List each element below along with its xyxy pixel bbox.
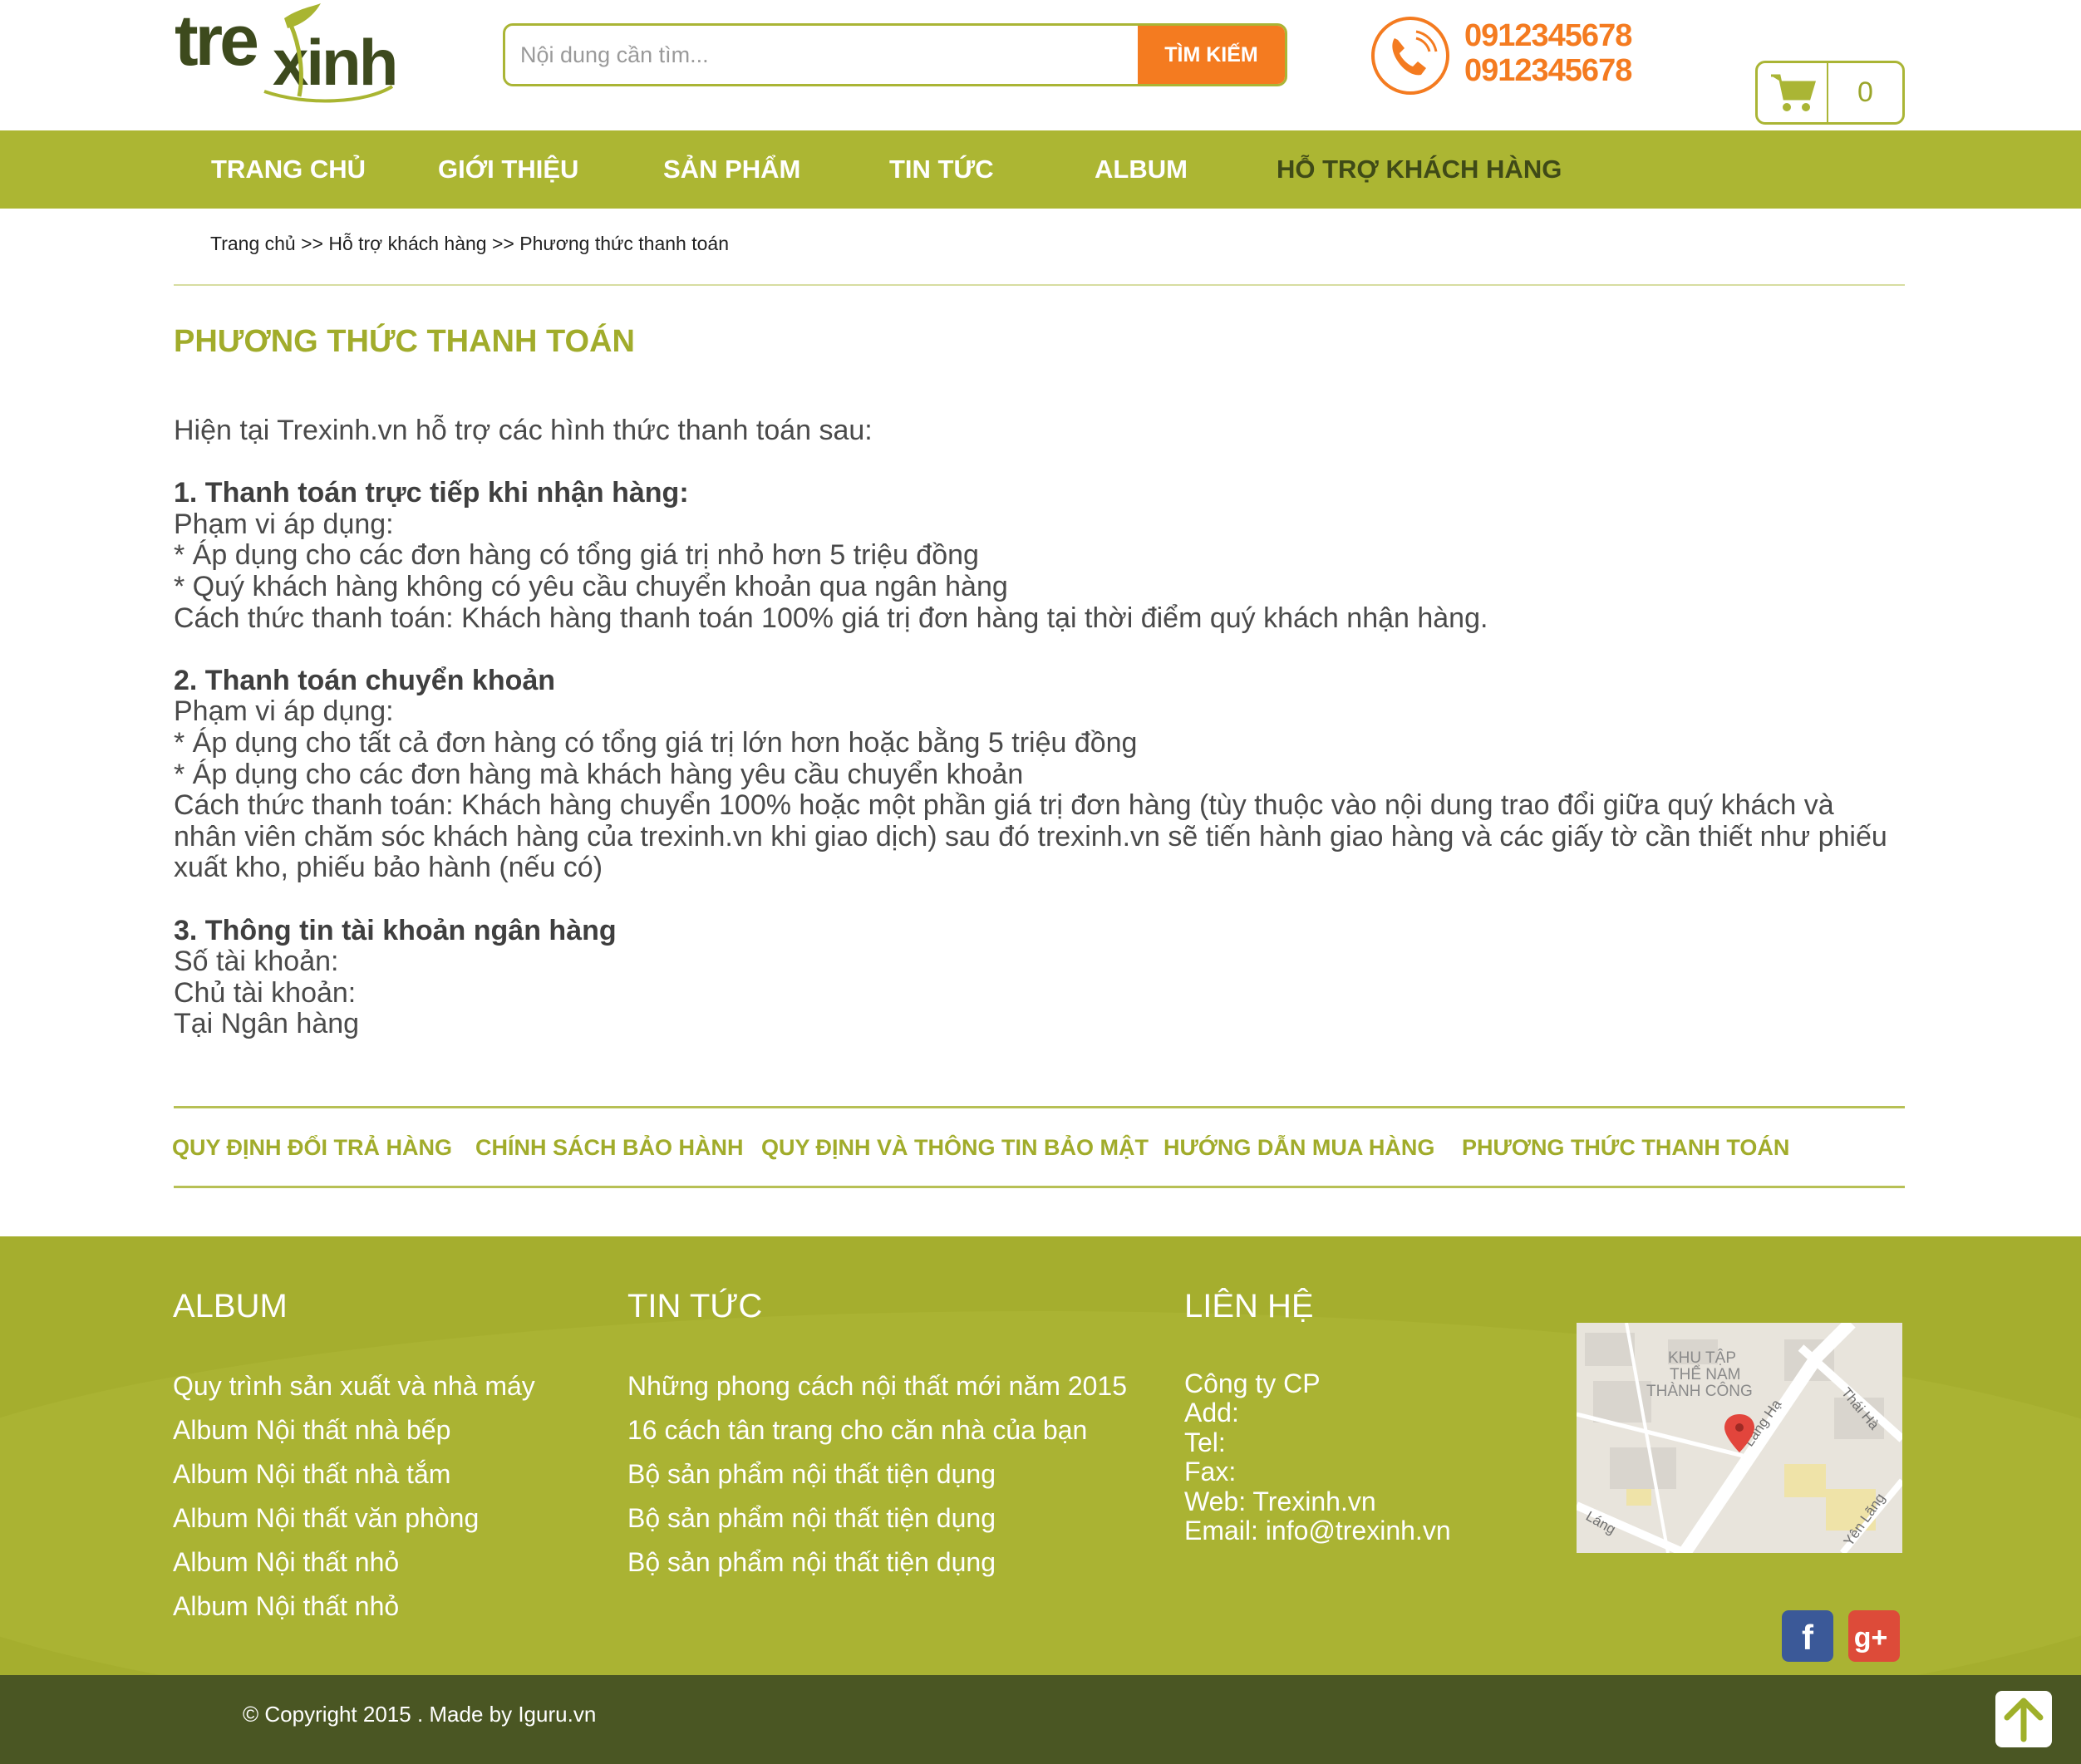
svg-text:g+: g+ xyxy=(1854,1622,1888,1653)
section-3-heading: 3. Thông tin tài khoản ngân hàng xyxy=(174,914,617,946)
page-title: PHƯƠNG THỨC THANH TOÁN xyxy=(174,324,635,359)
footer-album-link[interactable]: Album Nội thất nhà bếp xyxy=(173,1415,450,1446)
policy-link-privacy[interactable]: QUY ĐỊNH VÀ THÔNG TIN BẢO MẬT xyxy=(761,1135,1149,1161)
copyright: © Copyright 2015 . Made by Iguru.vn xyxy=(243,1702,597,1727)
footer-album-link[interactable]: Quy trình sản xuất và nhà máy xyxy=(173,1371,535,1402)
map-graphic: KHU TẬP THỂ NAM THÀNH CÔNG Láng Hạ Thái … xyxy=(1577,1323,1902,1553)
svg-text:KHU TẬP: KHU TẬP xyxy=(1668,1349,1736,1367)
svg-text:THỂ NAM: THỂ NAM xyxy=(1670,1365,1741,1383)
contact-web[interactable]: Web: Trexinh.vn xyxy=(1184,1486,1451,1516)
section-2-method: Cách thức thanh toán: Khách hàng chuyển … xyxy=(174,789,1887,884)
footer-news-link[interactable]: Bộ sản phẩm nội thất tiện dụng xyxy=(627,1547,996,1578)
hotline-number-2[interactable]: 0912345678 xyxy=(1464,53,1632,89)
search-bar: TÌM KIẾM xyxy=(503,23,1287,86)
facebook-icon[interactable]: f xyxy=(1782,1610,1833,1662)
search-button[interactable]: TÌM KIẾM xyxy=(1138,26,1285,84)
main-nav: TRANG CHỦ GIỚI THIỆU SẢN PHẨM TIN TỨC AL… xyxy=(0,130,2081,209)
trexinh-logo[interactable]: tre xinh trexinh xyxy=(175,0,399,108)
divider xyxy=(174,284,1905,286)
google-plus-icon[interactable]: g+ xyxy=(1848,1610,1900,1662)
footer-contact-heading: LIÊN HỆ xyxy=(1184,1288,1314,1324)
search-input[interactable] xyxy=(505,26,1138,84)
hotline-number-1[interactable]: 0912345678 xyxy=(1464,18,1632,54)
nav-item-home[interactable]: TRANG CHỦ xyxy=(211,130,366,209)
section-2-scope: Phạm vi áp dụng: xyxy=(174,695,394,728)
section-1-heading: 1. Thanh toán trực tiếp khi nhận hàng: xyxy=(174,477,689,509)
footer-news-link[interactable]: Những phong cách nội thất mới năm 2015 xyxy=(627,1371,1127,1402)
contact-tel: Tel: xyxy=(1184,1427,1226,1457)
cart-icon xyxy=(1770,74,1816,111)
footer: ALBUM Quy trình sản xuất và nhà máy Albu… xyxy=(0,1236,2081,1675)
contact-address: Add: xyxy=(1184,1398,1239,1428)
nav-item-about[interactable]: GIỚI THIỆU xyxy=(438,130,578,209)
contact-company: Công ty CP xyxy=(1184,1368,1321,1398)
nav-item-products[interactable]: SẢN PHẨM xyxy=(663,130,800,209)
contact-email[interactable]: Email: info@trexinh.vn xyxy=(1184,1516,1451,1545)
footer-album-heading: ALBUM xyxy=(173,1288,288,1324)
section-3-account-number: Số tài khoản: xyxy=(174,946,339,978)
breadcrumb[interactable]: Trang chủ >> Hỗ trợ khách hàng >> Phương… xyxy=(210,233,729,255)
svg-text:THÀNH CÔNG: THÀNH CÔNG xyxy=(1646,1382,1753,1400)
footer-news-link[interactable]: 16 cách tân trang cho căn nhà của bạn xyxy=(627,1415,1087,1446)
section-3-bank: Tại Ngân hàng xyxy=(174,1008,360,1040)
cart-icon-box xyxy=(1758,63,1828,122)
policy-link-warranty[interactable]: CHÍNH SÁCH BẢO HÀNH xyxy=(475,1135,744,1161)
cart-button[interactable]: 0 xyxy=(1755,61,1905,125)
nav-item-support[interactable]: HỖ TRỢ KHÁCH HÀNG xyxy=(1277,130,1562,209)
policy-link-payment[interactable]: PHƯƠNG THỨC THANH TOÁN xyxy=(1462,1135,1789,1161)
footer-news-link[interactable]: Bộ sản phẩm nội thất tiện dụng xyxy=(627,1459,996,1490)
svg-text:xinh: xinh xyxy=(273,26,396,99)
location-map[interactable]: KHU TẬP THỂ NAM THÀNH CÔNG Láng Hạ Thái … xyxy=(1577,1323,1902,1553)
section-2-bullet-1: * Áp dụng cho tất cả đơn hàng có tổng gi… xyxy=(174,726,1138,759)
divider xyxy=(174,1106,1905,1108)
nav-item-news[interactable]: TIN TỨC xyxy=(889,130,994,209)
phone-icon xyxy=(1371,17,1449,95)
cart-count: 0 xyxy=(1857,76,1873,108)
intro-text: Hiện tại Trexinh.vn hỗ trợ các hình thức… xyxy=(174,415,873,446)
footer-album-link[interactable]: Album Nội thất văn phòng xyxy=(173,1503,479,1534)
section-1-bullet-1: * Áp dụng cho các đơn hàng có tổng giá t… xyxy=(174,539,979,572)
divider xyxy=(174,1186,1905,1188)
footer-contact-block: Công ty CP Add: Tel: Fax: Web: Trexinh.v… xyxy=(1184,1368,1451,1545)
footer-news-link[interactable]: Bộ sản phẩm nội thất tiện dụng xyxy=(627,1503,996,1534)
section-1-method: Cách thức thanh toán: Khách hàng thanh t… xyxy=(174,602,1488,634)
policy-link-returns[interactable]: QUY ĐỊNH ĐỔI TRẢ HÀNG xyxy=(172,1135,452,1161)
footer-album-link[interactable]: Album Nội thất nhỏ xyxy=(173,1591,399,1622)
svg-text:tre: tre xyxy=(175,1,257,81)
section-2-heading: 2. Thanh toán chuyển khoản xyxy=(174,664,556,696)
article-body: Hiện tại Trexinh.vn hỗ trợ các hình thức… xyxy=(174,415,1902,1040)
nav-item-album[interactable]: ALBUM xyxy=(1095,130,1188,209)
back-to-top-button[interactable] xyxy=(1995,1691,2052,1747)
section-2-bullet-2: * Áp dụng cho các đơn hàng mà khách hàng… xyxy=(174,758,1024,790)
contact-fax: Fax: xyxy=(1184,1457,1237,1487)
section-1-scope: Phạm vi áp dụng: xyxy=(174,508,394,540)
footer-album-link[interactable]: Album Nội thất nhỏ xyxy=(173,1547,399,1578)
section-1-bullet-2: * Quý khách hàng không có yêu cầu chuyển… xyxy=(174,570,1008,602)
footer-news-heading: TIN TỨC xyxy=(627,1288,763,1324)
policy-link-buying-guide[interactable]: HƯỚNG DẪN MUA HÀNG xyxy=(1163,1135,1434,1161)
arrow-up-icon xyxy=(2004,1698,2044,1742)
footer-album-link[interactable]: Album Nội thất nhà tắm xyxy=(173,1459,450,1490)
svg-text:f: f xyxy=(1802,1618,1814,1657)
section-3-account-owner: Chủ tài khoản: xyxy=(174,976,357,1009)
